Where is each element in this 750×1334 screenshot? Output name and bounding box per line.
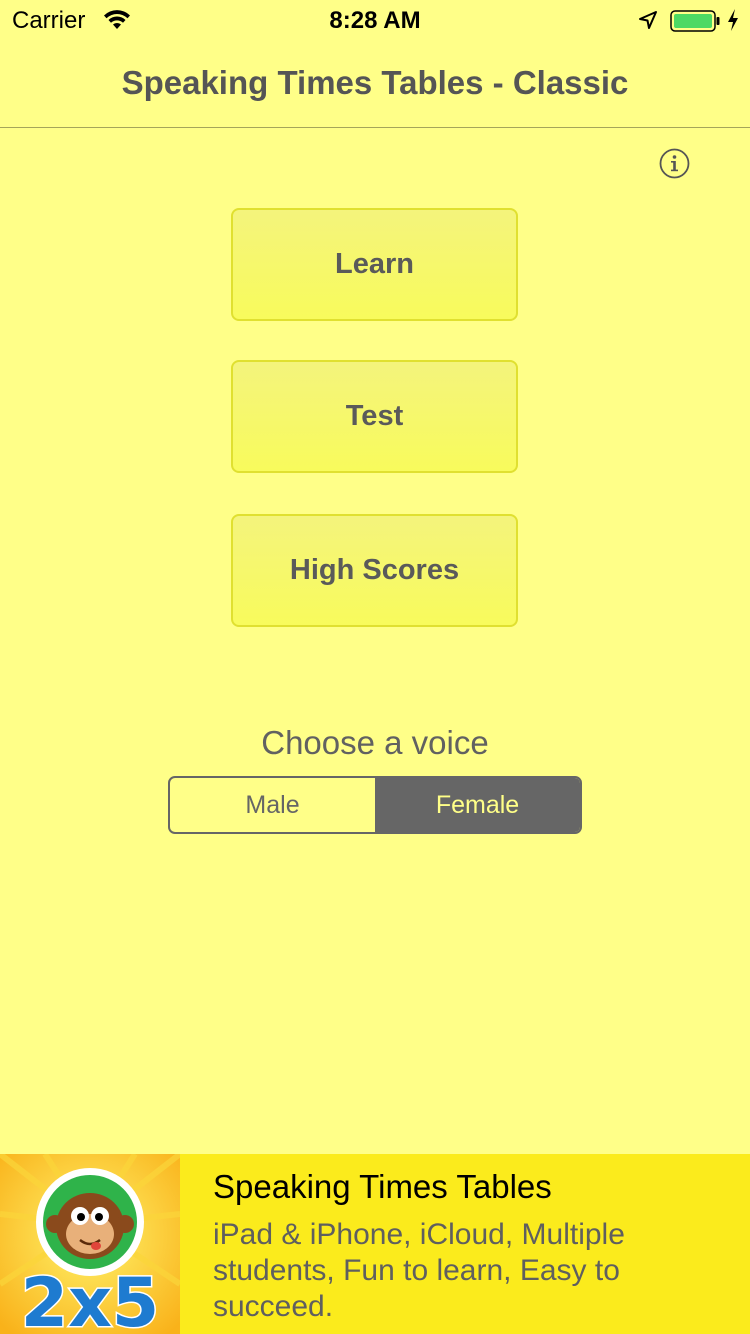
svg-text:2x5: 2x5 [21,1264,160,1334]
high-scores-button[interactable]: High Scores [231,514,518,627]
voice-segmented-control: Male Female [168,776,582,834]
voice-option-male[interactable]: Male [170,778,375,832]
status-bar: Carrier 8:28 AM [0,0,750,40]
navigation-bar: Speaking Times Tables - Classic [0,40,750,128]
ad-title: Speaking Times Tables [213,1168,552,1205]
monkey-logo-icon: 2x5 [0,1154,180,1334]
learn-button[interactable]: Learn [231,208,518,321]
test-button[interactable]: Test [231,360,518,473]
ad-description: iPad & iPhone, iCloud, Multiple students… [213,1218,625,1323]
page-title: Speaking Times Tables - Classic [121,64,629,101]
charging-bolt-icon [728,9,738,31]
ad-banner[interactable]: 2x5 Speaking Times Tables iPad & iPhone,… [0,1154,750,1334]
voice-option-female[interactable]: Female [375,778,580,832]
location-arrow-icon [639,11,657,29]
info-icon[interactable] [659,148,690,179]
choose-voice-label: Choose a voice [261,724,489,761]
main-screen: Carrier 8:28 AM Speaking Times Tables - … [0,0,750,1334]
battery-icon [670,10,720,32]
